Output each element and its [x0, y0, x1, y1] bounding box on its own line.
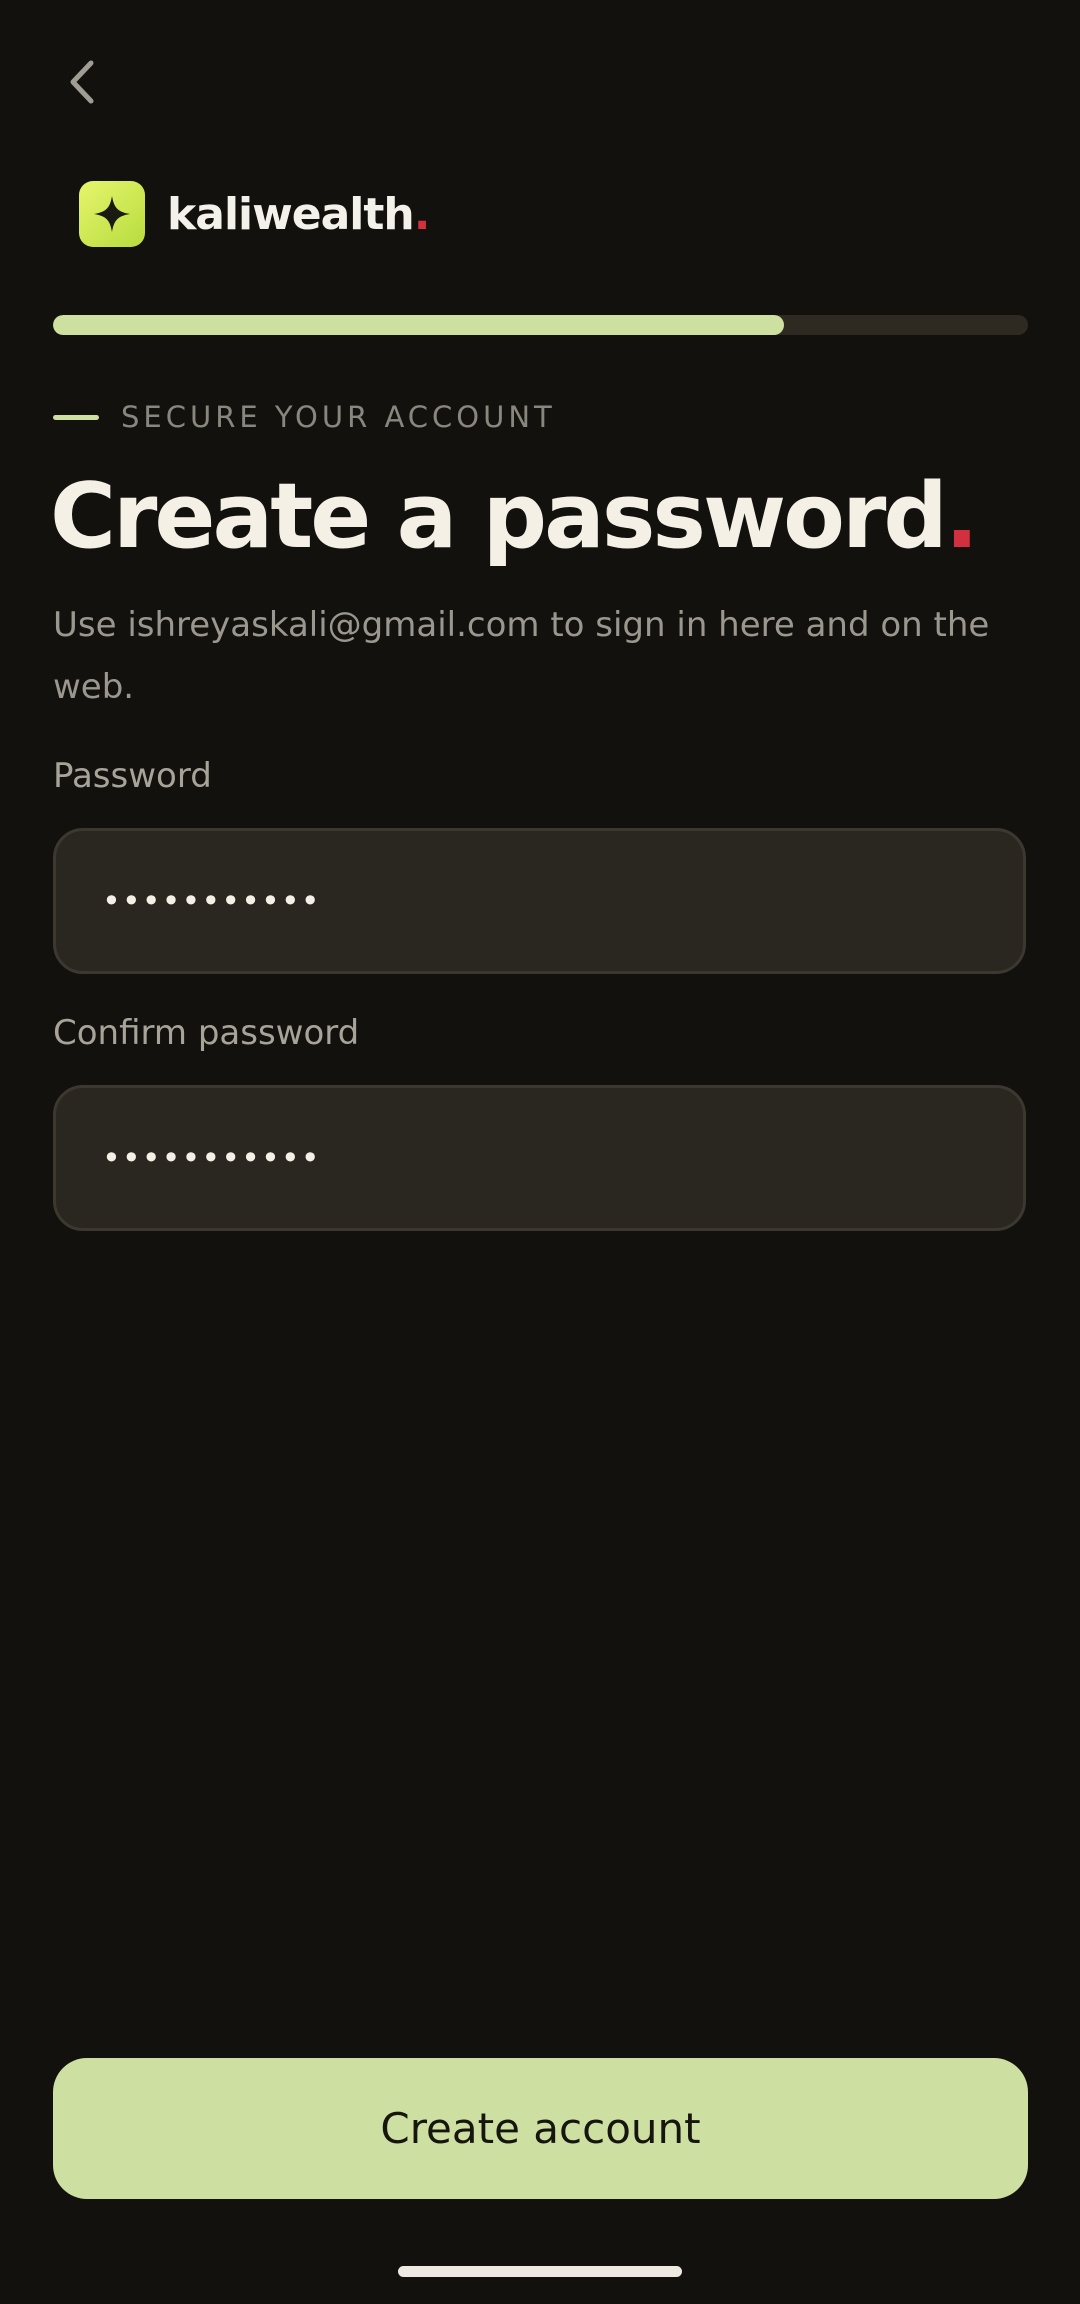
- brand: kaliwealth.: [79, 181, 431, 247]
- eyebrow-text: SECURE YOUR ACCOUNT: [121, 400, 556, 434]
- page-title: Create a password.: [50, 464, 979, 569]
- confirm-password-input[interactable]: [100, 1138, 1023, 1178]
- onboarding-progress-bar: [53, 315, 1028, 335]
- progress-fill: [53, 315, 785, 335]
- confirm-password-label: Confirm password: [53, 1013, 360, 1053]
- confirm-password-field[interactable]: [53, 1085, 1026, 1231]
- create-account-button[interactable]: Create account: [53, 2058, 1028, 2199]
- password-field[interactable]: [53, 828, 1026, 974]
- title-dot: .: [944, 464, 979, 569]
- brand-name: kaliwealth.: [167, 188, 431, 240]
- page-subtitle: Use ishreyaskali@gmail.com to sign in he…: [53, 605, 990, 707]
- home-indicator[interactable]: [398, 2266, 682, 2277]
- brand-logo: [79, 181, 145, 247]
- back-button[interactable]: [56, 56, 108, 108]
- section-eyebrow: SECURE YOUR ACCOUNT: [53, 400, 556, 434]
- chevron-left-icon: [70, 60, 94, 104]
- sparkle-icon: [94, 196, 130, 232]
- eyebrow-rule: [53, 414, 99, 420]
- password-input[interactable]: [100, 881, 1023, 921]
- brand-dot: .: [413, 188, 431, 240]
- password-label: Password: [53, 756, 212, 796]
